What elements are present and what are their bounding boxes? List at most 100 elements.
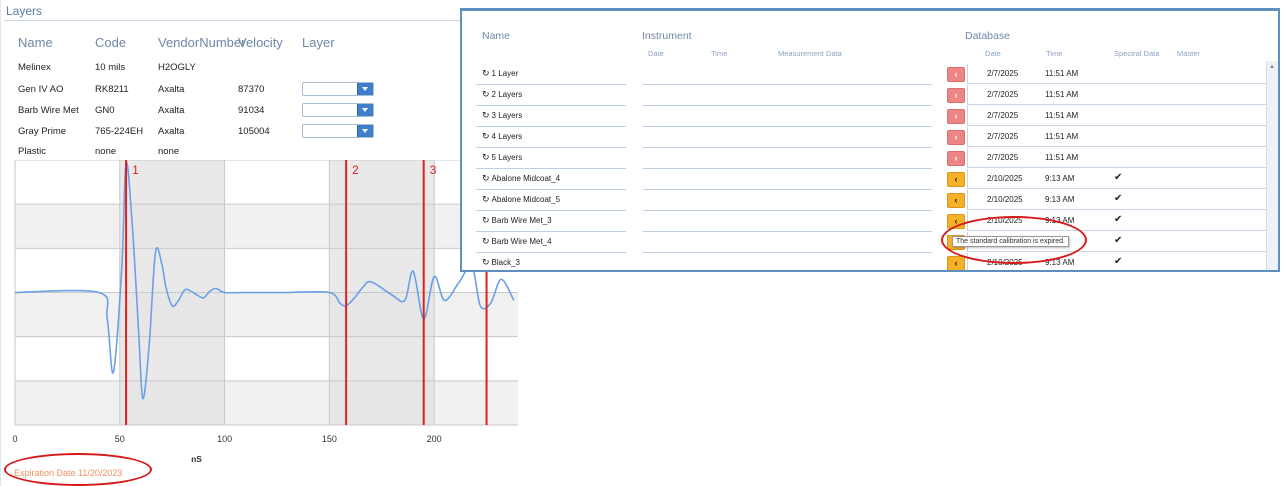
layer-code: GN0 [95, 105, 115, 116]
db-time: 11:51 AM [1045, 90, 1079, 99]
layer-select[interactable] [302, 124, 374, 138]
refresh-icon[interactable]: ↻ [482, 152, 490, 162]
table-row[interactable]: ↻ 5 Layers ‹ 2/7/2025 11:51 AM [462, 148, 1277, 169]
db-date: 2/10/2025 [987, 195, 1023, 204]
layer-vendor: Axalta [158, 126, 185, 137]
refresh-icon[interactable]: ↻ [482, 131, 490, 141]
layer-select[interactable] [302, 82, 374, 96]
transfer-button[interactable]: ‹ [947, 151, 965, 166]
table-row[interactable]: ↻ 3 Layers ‹ 2/7/2025 11:51 AM [462, 106, 1277, 127]
transfer-button[interactable]: ‹ [947, 172, 965, 187]
spectral-check: ✔ [1114, 193, 1123, 204]
db-time: 9:13 AM [1045, 216, 1075, 225]
chevron-left-icon: ‹ [954, 90, 958, 100]
marker-label: 1 [132, 163, 139, 177]
row-name: ↻ 2 Layers [482, 89, 522, 100]
db-time: 11:51 AM [1045, 69, 1079, 78]
layer-select[interactable] [302, 103, 374, 117]
db-date: 2/10/2025 [987, 258, 1023, 267]
row-name-label: 5 Layers [491, 153, 523, 162]
header-database: Database [965, 30, 1010, 42]
refresh-icon[interactable]: ↻ [482, 194, 490, 204]
table-row[interactable]: ↻ 4 Layers ‹ 2/7/2025 11:51 AM [462, 127, 1277, 148]
table-row[interactable]: ↻Barb Wire Met_4‹AM✔ [462, 232, 1277, 253]
inst-sub-date: Date [648, 49, 664, 58]
transfer-button[interactable]: ‹ [947, 88, 965, 103]
db-sub-master: Master [1177, 49, 1200, 58]
table-row[interactable]: ↻ Barb Wire Met_3 ‹ 2/10/2025 9:13 AM ✔ [462, 211, 1277, 232]
layer-vendor: Axalta [158, 105, 185, 116]
chevron-left-icon: ‹ [954, 69, 958, 79]
x-tick-label: 0 [12, 434, 17, 444]
refresh-icon[interactable]: ↻ [482, 236, 490, 246]
layer-code: none [95, 146, 117, 157]
layer-velocity: 87370 [238, 84, 265, 95]
db-date: 2/7/2025 [987, 153, 1019, 162]
transfer-button[interactable]: ‹ [947, 67, 965, 82]
transfer-button[interactable]: ‹ [947, 130, 965, 145]
db-sub-spectral: Spectral Data [1114, 49, 1160, 58]
row-name-label: 4 Layers [491, 132, 523, 141]
transfer-button[interactable]: ‹ [947, 214, 965, 229]
db-sub-time: Time [1046, 49, 1063, 58]
row-name-label: 2 Layers [491, 90, 523, 99]
inst-sub-time: Time [711, 49, 728, 58]
layers-title: Layers [4, 4, 516, 21]
refresh-icon[interactable]: ↻ [482, 173, 490, 183]
table-row[interactable]: ↻ Abalone Midcoat_4 ‹ 2/10/2025 9:13 AM ✔ [462, 169, 1277, 190]
db-date: 2/7/2025 [987, 111, 1019, 120]
refresh-icon[interactable]: ↻ [482, 89, 490, 99]
spectral-check: ✔ [1114, 172, 1123, 183]
grid-band-h [15, 204, 518, 249]
db-time: 9:13 AM [1045, 258, 1075, 267]
x-tick-label: 100 [217, 434, 232, 444]
expiration-date: Expiration Date 11/20/2023 [14, 468, 123, 478]
scroll-up-icon[interactable]: ▲ [1269, 64, 1275, 70]
waveform-svg: 1 2 3 0 50 100 150 200 nS [12, 159, 518, 464]
row-name: ↻ Black_3 [482, 257, 520, 268]
layer-velocity: 91034 [238, 105, 265, 116]
layers-panel: Layers Name Code VendorNumber Velocity L… [0, 0, 518, 486]
db-date: 2/7/2025 [987, 132, 1019, 141]
col-header-name: Name [18, 35, 53, 50]
refresh-icon[interactable]: ↻ [482, 110, 490, 120]
row-name: ↻ Barb Wire Met_4 [482, 236, 552, 247]
transfer-button[interactable]: ‹ [947, 193, 965, 208]
layer-code: 765-224EH [95, 126, 144, 137]
chevron-down-icon[interactable] [357, 104, 373, 116]
db-sub-date: Date [985, 49, 1001, 58]
vertical-scrollbar[interactable]: ▲ [1266, 61, 1278, 270]
table-row[interactable]: ↻ Abalone Midcoat_5 ‹ 2/10/2025 9:13 AM ✔ [462, 190, 1277, 211]
marker-label: 3 [430, 163, 437, 177]
db-time: 9:13 AM [1045, 195, 1075, 204]
inst-sub-measurement: Measurement Data [778, 49, 842, 58]
col-header-vendor: VendorNumber [158, 35, 246, 50]
row-name: ↻ Barb Wire Met_3 [482, 215, 552, 226]
refresh-icon[interactable]: ↻ [482, 68, 490, 78]
x-tick-label: 200 [427, 434, 442, 444]
db-date: 2/7/2025 [987, 69, 1019, 78]
chevron-down-icon[interactable] [357, 83, 373, 95]
layer-name: Melinex [18, 62, 51, 73]
transfer-button[interactable]: ‹ [947, 109, 965, 124]
db-date: 2/7/2025 [987, 90, 1019, 99]
row-name-label: Abalone Midcoat_4 [491, 174, 561, 183]
refresh-icon[interactable]: ↻ [482, 257, 490, 267]
row-name: ↻ 5 Layers [482, 152, 522, 163]
x-tick-label: 150 [322, 434, 337, 444]
table-row[interactable]: ↻ 2 Layers ‹ 2/7/2025 11:51 AM [462, 85, 1277, 106]
layer-vendor: none [158, 146, 180, 157]
db-time: 9:13 AM [1045, 174, 1075, 183]
chevron-left-icon: ‹ [954, 132, 958, 142]
chevron-down-icon[interactable] [357, 125, 373, 137]
refresh-icon[interactable]: ↻ [482, 215, 490, 225]
transfer-button[interactable]: ‹ [947, 256, 965, 270]
database-window: Name Instrument Database Date Time Measu… [460, 8, 1280, 272]
row-name-label: Barb Wire Met_4 [491, 237, 552, 246]
waveform-line [14, 161, 515, 400]
table-row[interactable]: ↻ 1 Layer ‹ 2/7/2025 11:51 AM [462, 64, 1277, 85]
table-row[interactable]: ↻ Black_3 ‹ 2/10/2025 9:13 AM ✔ [462, 253, 1277, 270]
row-name: ↻ Abalone Midcoat_5 [482, 194, 560, 205]
layer-name: Plastic [18, 146, 46, 157]
layer-vendor: Axalta [158, 84, 185, 95]
